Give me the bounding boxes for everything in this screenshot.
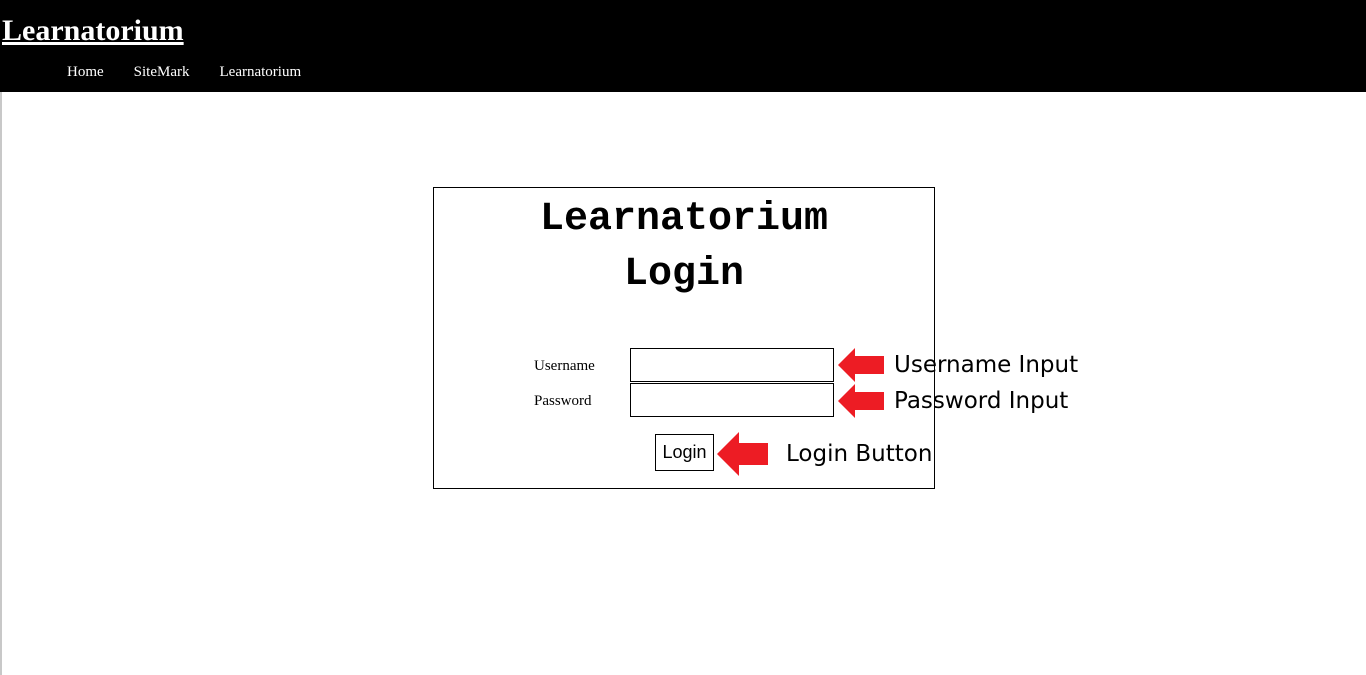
username-label: Username bbox=[534, 358, 595, 374]
login-title-line2: Login bbox=[623, 252, 745, 297]
password-label: Password bbox=[534, 393, 592, 409]
main-nav: Home SiteMark Learnatorium bbox=[67, 63, 331, 81]
password-annotation-text: Password Input bbox=[894, 388, 1069, 414]
username-input[interactable] bbox=[630, 348, 834, 382]
button-annotation-text: Login Button bbox=[786, 441, 933, 467]
site-header: Learnatorium Home SiteMark Learnatorium bbox=[0, 0, 1366, 92]
nav-home-link[interactable]: Home bbox=[67, 63, 104, 81]
page-left-border bbox=[0, 0, 2, 675]
login-title-line1: Learnatorium bbox=[539, 197, 829, 242]
nav-learnatorium-link[interactable]: Learnatorium bbox=[220, 63, 302, 81]
arrow-left-icon bbox=[717, 432, 768, 476]
site-title-link[interactable]: Learnatorium bbox=[2, 13, 184, 49]
username-annotation-text: Username Input bbox=[894, 352, 1079, 378]
password-input[interactable] bbox=[630, 383, 834, 417]
arrow-left-icon bbox=[838, 348, 884, 382]
password-annotation: Password Input bbox=[838, 384, 1068, 418]
username-annotation: Username Input bbox=[838, 348, 1078, 382]
login-button[interactable]: Login bbox=[655, 434, 714, 471]
nav-sitemark-link[interactable]: SiteMark bbox=[134, 63, 190, 81]
button-annotation: Login Button bbox=[717, 432, 932, 476]
arrow-left-icon bbox=[838, 384, 884, 418]
login-title: Learnatorium Login bbox=[434, 192, 934, 302]
